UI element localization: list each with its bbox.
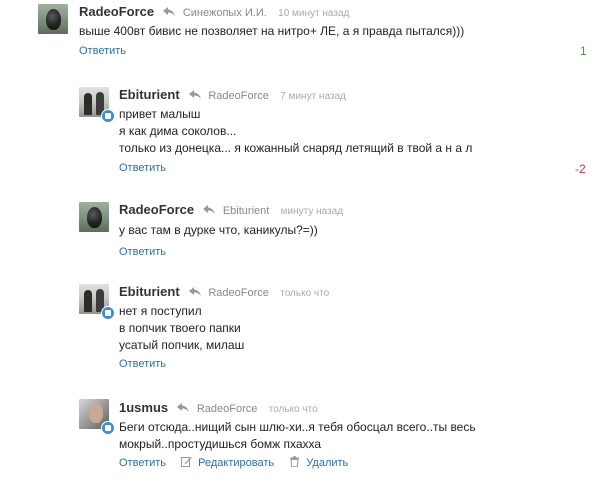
author-name[interactable]: 1usmus [119, 400, 168, 415]
edit-action[interactable]: Редактировать [181, 456, 274, 470]
edit-icon [181, 457, 192, 467]
reply-to-name[interactable]: Ebiturient [223, 205, 269, 217]
author-name[interactable]: RadeoForce [119, 202, 194, 217]
comment-line: я как дима соколов... [119, 124, 237, 138]
comment-header: Ebiturient RadeoForce только что [119, 284, 329, 302]
reply-link[interactable]: Ответить [119, 246, 166, 258]
comment-actions: Ответить Редактировать Удалить [119, 456, 360, 470]
comment-line: усатый попчик, милаш [119, 338, 245, 352]
author-name[interactable]: Ebiturient [119, 87, 180, 102]
badge-icon [101, 306, 115, 320]
comment-line: выше 400вт бивис не позволяет на нитро+ … [79, 24, 465, 38]
comment-text: выше 400вт бивис не позволяет на нитро+ … [79, 23, 464, 40]
comment-line: только из донецка... я кожанный снаряд л… [119, 141, 473, 155]
comment-text: нет я поступил в попчик твоего папки уса… [119, 303, 244, 354]
user-avatar[interactable] [79, 202, 109, 232]
reply-arrow-icon [203, 205, 216, 214]
comment-text: привет малыш я как дима соколов... тольк… [119, 106, 472, 157]
comment-score: -2 [575, 162, 586, 176]
reply-arrow-icon [189, 287, 202, 296]
comment-text: Беги отсюда..нищий сын шлю-хи..я тебя об… [119, 419, 476, 453]
reply-link[interactable]: Ответить [119, 162, 166, 174]
comment-score: 1 [580, 44, 587, 58]
comment-line: в попчик твоего папки [119, 321, 241, 335]
comment-header: 1usmus RadeoForce только что [119, 400, 318, 418]
comment-header: RadeoForce Ebiturient минуту назад [119, 202, 343, 220]
user-avatar[interactable] [38, 4, 68, 34]
badge-icon [101, 109, 115, 123]
badge-icon [101, 421, 115, 435]
comment-header: RadeoForce Синежопых И.И. 10 минут назад [79, 4, 349, 22]
reply-to-name[interactable]: RadeoForce [208, 287, 269, 299]
author-name[interactable]: Ebiturient [119, 284, 180, 299]
author-name[interactable]: RadeoForce [79, 4, 154, 19]
comment-header: Ebiturient RadeoForce 7 минут назад [119, 87, 346, 105]
comment-actions: Ответить [119, 357, 166, 371]
reply-arrow-icon [177, 403, 190, 412]
reply-arrow-icon [189, 90, 202, 99]
comment-line: у вас там в дурке что, каникулы?=)) [119, 223, 318, 237]
comment-line: Беги отсюда..нищий сын шлю-хи..я тебя об… [119, 420, 476, 434]
reply-link[interactable]: Ответить [119, 457, 166, 469]
reply-to-name[interactable]: RadeoForce [208, 90, 269, 102]
comment-line: привет малыш [119, 107, 201, 121]
comment-line: мокрый..простудишься бомж пхахха [119, 437, 322, 451]
reply-arrow-icon [163, 7, 176, 16]
comment-actions: Ответить [119, 245, 166, 259]
comment-time: минуту назад [280, 206, 344, 217]
reply-action[interactable]: Ответить [119, 456, 166, 470]
reply-to-name[interactable]: Синежопых И.И. [183, 7, 267, 19]
comment-line: нет я поступил [119, 304, 202, 318]
comment-text: у вас там в дурке что, каникулы?=)) [119, 222, 318, 239]
reply-link[interactable]: Ответить [119, 358, 166, 370]
trash-icon [290, 456, 300, 467]
delete-action[interactable]: Удалить [289, 456, 348, 470]
comment-actions: Ответить [79, 44, 126, 58]
edit-link[interactable]: Редактировать [198, 457, 274, 469]
comment-time: только что [268, 404, 318, 415]
comment-actions: Ответить [119, 161, 166, 175]
comment-time: 10 минут назад [278, 8, 350, 19]
delete-link[interactable]: Удалить [306, 457, 348, 469]
reply-to-name[interactable]: RadeoForce [197, 403, 258, 415]
reply-link[interactable]: Ответить [79, 45, 126, 57]
comment-time: только что [280, 288, 330, 299]
comment-time: 7 минут назад [280, 91, 346, 102]
